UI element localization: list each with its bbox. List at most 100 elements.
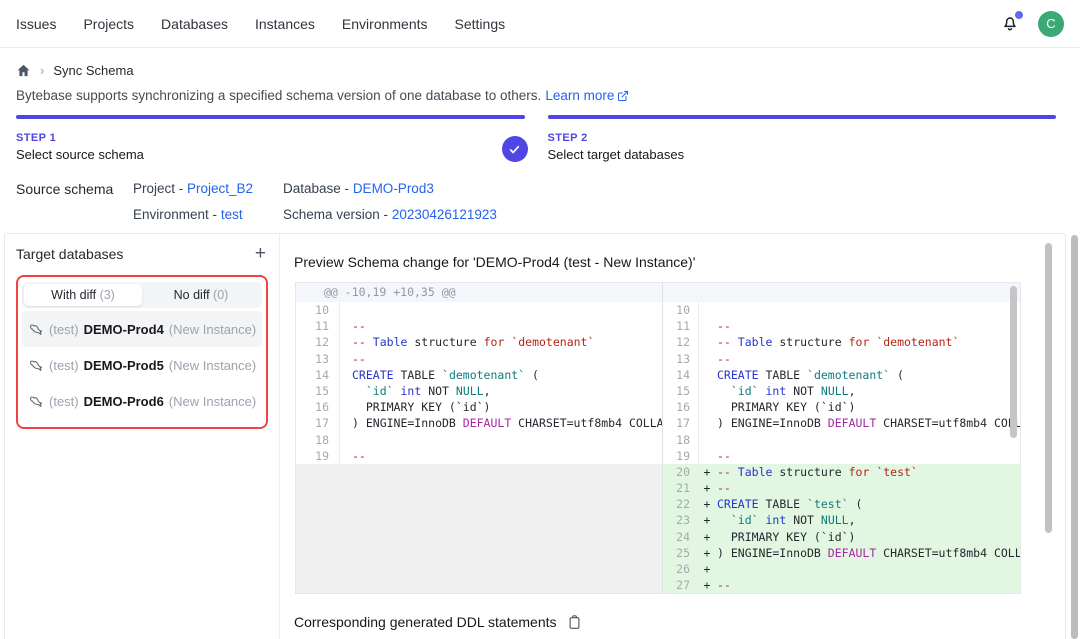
mysql-icon — [29, 394, 44, 409]
nav-item-projects[interactable]: Projects — [83, 16, 134, 32]
diff-line: 16 PRIMARY KEY (`id`) — [296, 399, 662, 415]
code-text: `id` int NOT NULL, — [715, 512, 856, 528]
avatar[interactable]: C — [1038, 11, 1064, 37]
step-2: STEP 2 Select target databases — [548, 115, 1057, 162]
add-target-database-button[interactable]: + — [253, 246, 268, 262]
line-number: 14 — [663, 367, 699, 383]
description-text: Bytebase supports synchronizing a specif… — [16, 88, 541, 103]
diff-line: 19-- — [663, 448, 1020, 464]
diff-line: 14CREATE TABLE `demotenant` ( — [663, 367, 1020, 383]
code-text: ) ENGINE=InnoDB DEFAULT CHARSET=utf8mb4 … — [715, 545, 1020, 561]
diff-line: 17) ENGINE=InnoDB DEFAULT CHARSET=utf8mb… — [296, 415, 662, 431]
code-text — [340, 432, 352, 448]
database-list-item-demo-prod5[interactable]: (test) DEMO-Prod5 (New Instance) — [22, 347, 262, 383]
db-suffix: (New Instance) — [169, 394, 256, 409]
diff-sign — [699, 448, 715, 464]
step-2-label: STEP 2 — [548, 132, 1057, 144]
diff-line: 21+-- — [663, 480, 1020, 496]
diff-line: 18 — [663, 432, 1020, 448]
code-text: -- — [340, 318, 366, 334]
line-number: 16 — [296, 399, 340, 415]
line-number: 16 — [663, 399, 699, 415]
diff-sign: + — [699, 464, 715, 480]
environment-link[interactable]: test — [221, 207, 243, 222]
step-2-title: Select target databases — [548, 147, 1057, 162]
source-environment-field: Environment - test — [133, 207, 243, 222]
chevron-right-icon: › — [40, 63, 44, 78]
database-list-item-demo-prod6[interactable]: (test) DEMO-Prod6 (New Instance) — [22, 383, 262, 419]
diff-tabs: With diff (3) No diff (0) — [22, 282, 262, 308]
diff-line: 13-- — [296, 351, 662, 367]
code-text: PRIMARY KEY (`id`) — [715, 399, 855, 415]
project-link[interactable]: Project_B2 — [187, 181, 253, 196]
diff-line: 20+-- Table structure for `test` — [663, 464, 1020, 480]
diff-line: 23+ `id` int NOT NULL, — [663, 512, 1020, 528]
line-number: 17 — [296, 415, 340, 431]
tab-no-diff-label: No diff — [174, 288, 210, 302]
code-text: PRIMARY KEY (`id`) — [715, 529, 855, 545]
db-name: DEMO-Prod4 — [84, 322, 164, 337]
tab-with-diff[interactable]: With diff (3) — [24, 284, 142, 306]
environment-label: Environment - — [133, 207, 217, 222]
line-number: 14 — [296, 367, 340, 383]
database-link[interactable]: DEMO-Prod3 — [353, 181, 434, 196]
diff-pane-original: @@ -10,19 +10,35 @@ 1011--12-- Table str… — [296, 283, 662, 593]
diff-line: 18 — [296, 432, 662, 448]
db-suffix: (New Instance) — [169, 322, 256, 337]
copy-icon[interactable] — [567, 614, 582, 630]
diff-sign — [699, 302, 715, 318]
tab-no-diff[interactable]: No diff (0) — [142, 284, 260, 306]
nav-item-environments[interactable]: Environments — [342, 16, 428, 32]
diff-line: 22+CREATE TABLE `test` ( — [663, 496, 1020, 512]
card-scrollbar[interactable] — [1045, 243, 1052, 533]
code-text: CREATE TABLE `demotenant` ( — [340, 367, 539, 383]
db-name: DEMO-Prod5 — [84, 358, 164, 373]
notification-bell-icon[interactable] — [1000, 13, 1022, 35]
page-scrollbar[interactable] — [1071, 235, 1078, 639]
nav-item-issues[interactable]: Issues — [16, 16, 56, 32]
diff-line: 19-- — [296, 448, 662, 464]
schema-version-link[interactable]: 20230426121923 — [392, 207, 497, 222]
step-2-progress-bar — [548, 115, 1057, 119]
diff-sign: + — [699, 480, 715, 496]
step-1: STEP 1 Select source schema — [16, 115, 525, 162]
diff-line: 13-- — [663, 351, 1020, 367]
nav-item-instances[interactable]: Instances — [255, 16, 315, 32]
nav-item-databases[interactable]: Databases — [161, 16, 228, 32]
code-text: -- Table structure for `demotenant` — [715, 334, 959, 350]
source-project-field: Project - Project_B2 — [133, 181, 253, 196]
diff-line: 15 `id` int NOT NULL, — [663, 383, 1020, 399]
diff-sign — [699, 367, 715, 383]
target-databases-highlight-box: With diff (3) No diff (0) (test) DEMO-Pr… — [16, 275, 268, 429]
nav-item-settings[interactable]: Settings — [455, 16, 506, 32]
code-text: `id` int NOT NULL, — [340, 383, 491, 399]
source-schema-version-field: Schema version - 20230426121923 — [283, 207, 497, 222]
line-number: 17 — [663, 415, 699, 431]
step-1-check-icon — [502, 136, 528, 162]
target-databases-panel: Target databases + With diff (3) No diff… — [5, 234, 280, 639]
code-text: -- — [340, 448, 366, 464]
code-text — [715, 302, 717, 318]
home-icon[interactable] — [16, 63, 31, 78]
diff-editor-scrollbar[interactable] — [1010, 286, 1017, 438]
mysql-icon — [29, 322, 44, 337]
mysql-icon — [29, 358, 44, 373]
line-number: 19 — [296, 448, 340, 464]
tab-with-diff-label: With diff — [51, 288, 96, 302]
learn-more-link[interactable]: Learn more — [545, 88, 629, 103]
diff-editor[interactable]: @@ -10,19 +10,35 @@ 1011--12-- Table str… — [295, 282, 1021, 594]
line-number: 10 — [663, 302, 699, 318]
code-text: -- — [715, 480, 731, 496]
code-text: -- — [715, 318, 731, 334]
diff-line: 12-- Table structure for `demotenant` — [663, 334, 1020, 350]
database-list-item-demo-prod4[interactable]: (test) DEMO-Prod4 (New Instance) — [22, 311, 262, 347]
database-label: Database - — [283, 181, 349, 196]
line-number: 18 — [296, 432, 340, 448]
code-text: -- Table structure for `demotenant` — [340, 334, 594, 350]
diff-line: 25+) ENGINE=InnoDB DEFAULT CHARSET=utf8m… — [663, 545, 1020, 561]
notification-dot — [1015, 11, 1023, 19]
diff-line: 26+ — [663, 561, 1020, 577]
generated-ddl-title: Corresponding generated DDL statements — [294, 614, 557, 630]
generated-ddl-section: Corresponding generated DDL statements — [294, 614, 582, 630]
db-suffix: (New Instance) — [169, 358, 256, 373]
